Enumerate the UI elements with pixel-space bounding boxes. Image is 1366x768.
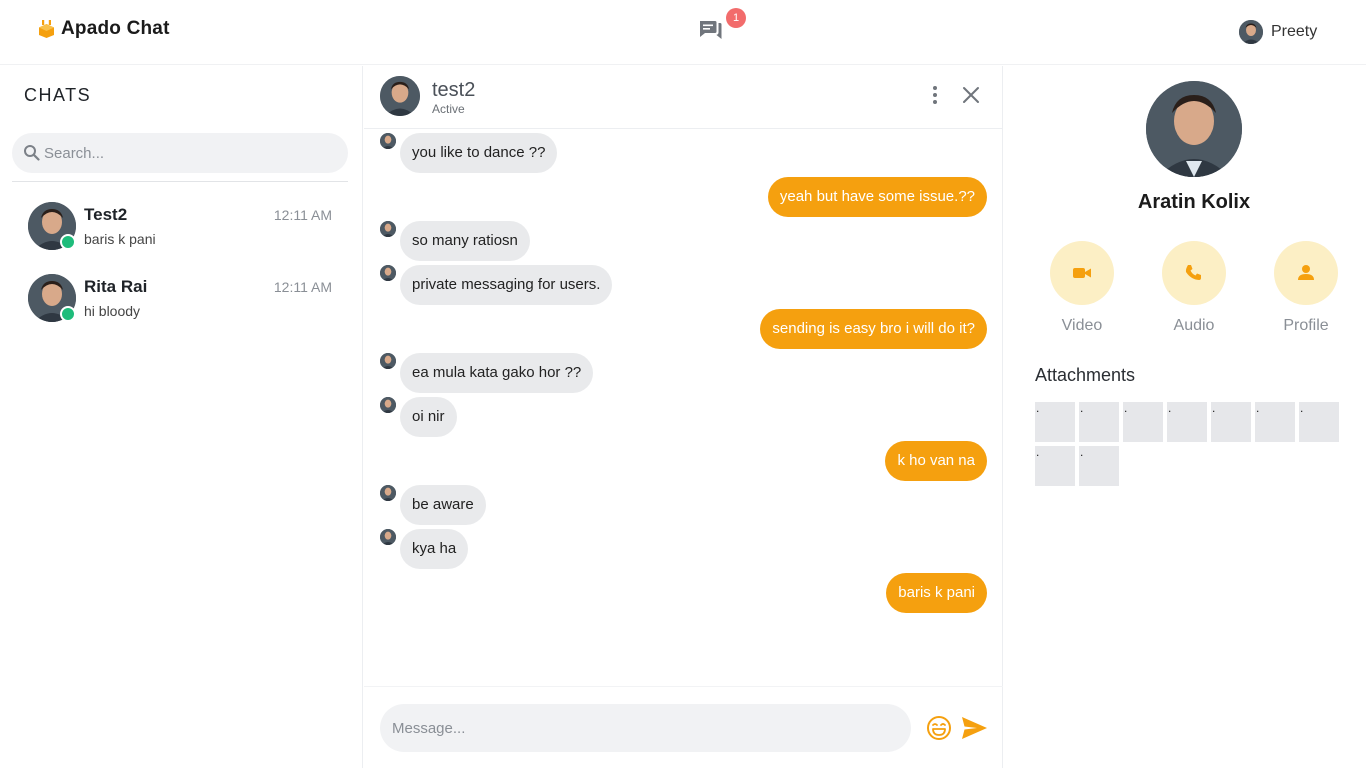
chat-preview: baris k pani [84, 231, 156, 247]
chat-time: 12:11 AM [273, 207, 332, 223]
app-title: Apado Chat [61, 18, 170, 39]
conversation-name: test2 [432, 79, 476, 101]
incoming-message: private messaging for users. [400, 265, 613, 305]
profile-panel: Aratin Kolix Video Audio Profile Attachm… [1004, 66, 1366, 768]
message-row: private messaging for users. [364, 265, 1003, 305]
message-row: oi nir [364, 397, 1003, 437]
brand[interactable]: Apado Chat [38, 18, 170, 40]
attachment-thumbnail[interactable]: . [1079, 402, 1119, 442]
attachment-thumbnail[interactable]: . [1255, 402, 1295, 442]
chats-heading: CHATS [24, 85, 92, 105]
action-label: Video [1061, 317, 1103, 334]
avatar [1239, 20, 1263, 44]
chat-name: Rita Rai [84, 277, 148, 296]
user-menu[interactable]: Preety [1239, 20, 1317, 44]
divider [364, 686, 1003, 687]
avatar[interactable] [380, 76, 420, 116]
message-row: baris k pani [364, 573, 1003, 613]
incoming-message: be aware [400, 485, 486, 525]
emoji-icon[interactable] [926, 715, 952, 741]
divider [12, 181, 348, 182]
attachment-thumbnail[interactable]: . [1167, 402, 1207, 442]
outgoing-message: baris k pani [886, 573, 987, 613]
attachments-heading: Attachments [1035, 365, 1136, 385]
attachment-thumbnail[interactable]: . [1123, 402, 1163, 442]
chat-list-panel: CHATS Test2 12:11 AM baris k pani [0, 66, 363, 768]
attachment-thumbnail[interactable]: . [1079, 446, 1119, 486]
attachment-thumbnail[interactable]: . [1211, 402, 1251, 442]
message-row: k ho van na [364, 441, 1003, 481]
outgoing-message: sending is easy bro i will do it? [760, 309, 987, 349]
online-status-dot [60, 234, 76, 250]
incoming-message: ea mula kata gako hor ?? [400, 353, 594, 393]
chat-list-item[interactable]: Rita Rai 12:11 AM hi bloody [12, 266, 348, 330]
message-input[interactable] [392, 704, 897, 752]
online-status-dot [60, 306, 76, 322]
incoming-message: kya ha [400, 529, 469, 569]
view-profile-action[interactable]: Profile [1274, 241, 1338, 335]
incoming-message: oi nir [400, 397, 457, 437]
outgoing-message: k ho van na [885, 441, 987, 481]
avatar [380, 353, 396, 369]
avatar [380, 529, 396, 545]
video-call-action[interactable]: Video [1050, 241, 1114, 335]
send-icon[interactable] [961, 716, 988, 740]
message-row: so many ratiosn [364, 221, 1003, 261]
conversation-panel: test2 Active you like to dance ?? yeah b… [364, 66, 1003, 768]
notification-badge: 1 [726, 8, 746, 28]
profile-name: Aratin Kolix [1137, 191, 1251, 213]
chat-name: Test2 [84, 205, 128, 224]
chat-preview: hi bloody [84, 303, 141, 319]
avatar [380, 133, 396, 149]
phone-icon [1185, 265, 1201, 280]
top-bar: Apado Chat 1 Preety [0, 0, 1366, 65]
avatar [380, 397, 396, 413]
outgoing-message: yeah but have some issue.?? [767, 177, 987, 217]
messages-icon[interactable] [698, 18, 724, 44]
attachment-thumbnail[interactable]: . [1035, 446, 1075, 486]
conversation-status: Active [432, 102, 465, 116]
logo-icon [39, 20, 54, 38]
action-label: Profile [1283, 317, 1329, 334]
avatar [380, 265, 396, 281]
audio-call-action[interactable]: Audio [1162, 241, 1226, 335]
attachment-thumbnail[interactable]: . [1299, 402, 1339, 442]
message-row: ea mula kata gako hor ?? [364, 353, 1003, 393]
avatar [380, 485, 396, 501]
message-row: you like to dance ?? [364, 133, 1003, 173]
message-row: kya ha [364, 529, 1003, 569]
avatar [1146, 81, 1242, 177]
search-icon [24, 145, 40, 161]
more-options-icon[interactable] [927, 84, 943, 106]
conversation-header: test2 Active [364, 66, 1003, 129]
action-label: Audio [1173, 317, 1215, 334]
current-user-name: Preety [1271, 23, 1318, 40]
close-icon[interactable] [960, 84, 982, 106]
chat-list-item[interactable]: Test2 12:11 AM baris k pani [12, 194, 348, 258]
search-box[interactable] [12, 133, 348, 173]
video-call-button[interactable] [1050, 241, 1114, 305]
profile-button[interactable] [1274, 241, 1338, 305]
video-icon [1073, 268, 1091, 278]
incoming-message: so many ratiosn [400, 221, 530, 261]
message-row: sending is easy bro i will do it? [364, 309, 1003, 349]
incoming-message: you like to dance ?? [400, 133, 558, 173]
avatar [380, 221, 396, 237]
person-icon [1298, 265, 1314, 280]
search-input[interactable] [44, 133, 334, 173]
chat-time: 12:11 AM [273, 279, 332, 295]
message-row: be aware [364, 485, 1003, 525]
attachment-thumbnail[interactable]: . [1035, 402, 1075, 442]
message-row: yeah but have some issue.?? [364, 177, 1003, 217]
message-composer[interactable] [380, 704, 911, 752]
audio-call-button[interactable] [1162, 241, 1226, 305]
